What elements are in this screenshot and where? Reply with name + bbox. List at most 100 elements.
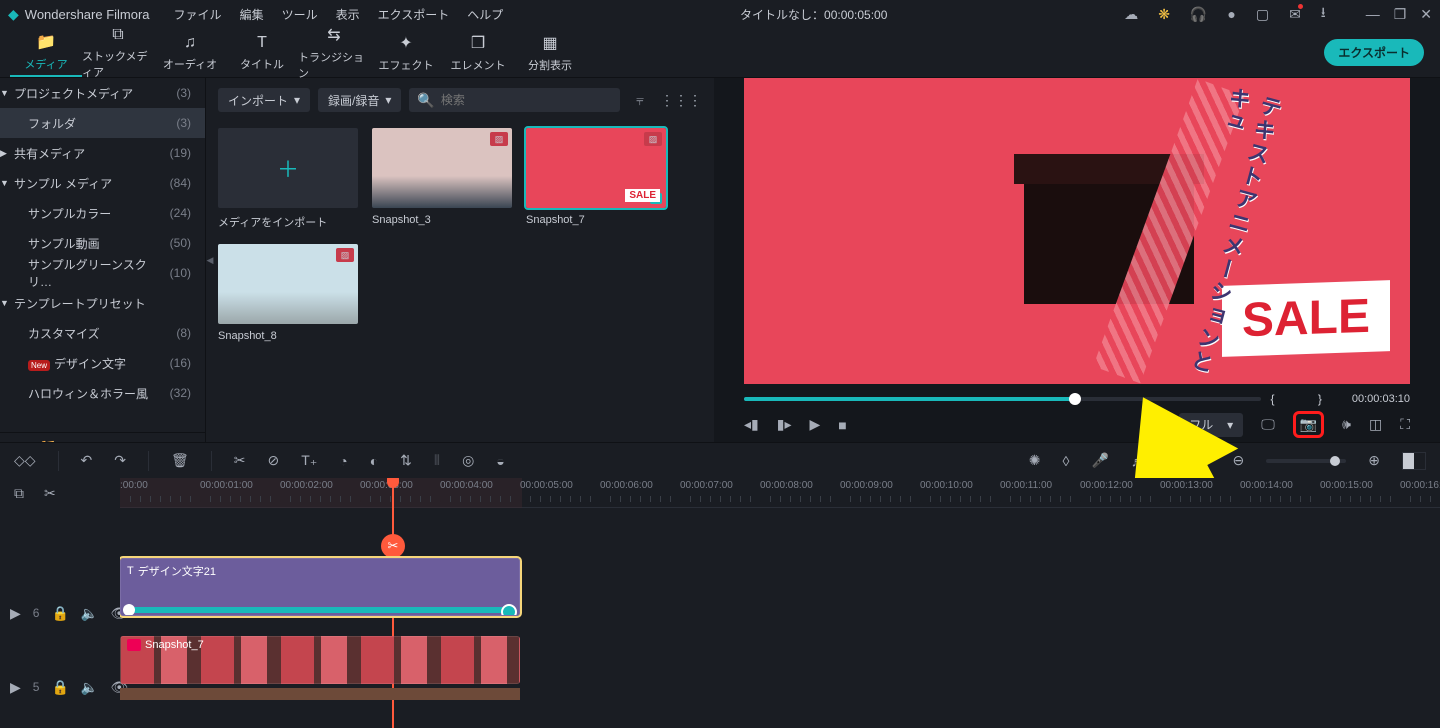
- download-icon[interactable]: ⭳: [1321, 2, 1326, 26]
- account-avatar-icon[interactable]: ●: [1227, 6, 1235, 22]
- inout-braces[interactable]: { }: [1271, 392, 1342, 406]
- razor-tool-icon[interactable]: ✂: [44, 485, 56, 502]
- filter-icon[interactable]: ⫧: [636, 92, 644, 109]
- sidebar-item[interactable]: カスタマイズ(8): [0, 318, 205, 348]
- window-maximize-icon[interactable]: ❐: [1394, 6, 1407, 23]
- timeline-ruler[interactable]: :00:0000:00:01:0000:00:02:0000:00:03:000…: [120, 478, 1440, 508]
- undo-icon[interactable]: ↶: [81, 452, 93, 469]
- mask-icon[interactable]: ◒: [496, 453, 504, 469]
- sidebar-item[interactable]: サンプル動画(50): [0, 228, 205, 258]
- cloud-icon[interactable]: ☁: [1124, 6, 1138, 23]
- delete-icon[interactable]: 🗑: [171, 452, 189, 469]
- speed-icon[interactable]: ◔: [339, 453, 347, 469]
- text-add-icon[interactable]: T₊: [301, 452, 317, 469]
- snapshot-button[interactable]: 📷: [1293, 411, 1324, 438]
- timeline-settings-icon[interactable]: ⧉: [14, 485, 24, 502]
- scrub-track[interactable]: [744, 397, 1261, 401]
- track-video-icon[interactable]: ▶: [10, 605, 21, 622]
- preview-video[interactable]: SALE テキストアニメーションとキュ: [744, 78, 1410, 384]
- media-tile[interactable]: ▨✔Snapshot_7: [526, 128, 666, 230]
- tab-stock-media[interactable]: ⧉ストックメディア: [82, 28, 154, 77]
- search-input[interactable]: [441, 93, 612, 107]
- zoom-slider[interactable]: [1266, 459, 1346, 463]
- ratio-icon[interactable]: ▭: [1197, 452, 1210, 469]
- fullscreen-icon[interactable]: ⛶: [1400, 416, 1410, 433]
- sidebar-item[interactable]: サンプルグリーンスクリ…(10): [0, 258, 205, 288]
- media-thumb[interactable]: ▨: [372, 128, 512, 208]
- mail-icon[interactable]: ✉: [1289, 6, 1301, 23]
- menu-file[interactable]: ファイル: [174, 6, 222, 23]
- sidebar-item[interactable]: ▶共有メディア(19): [0, 138, 205, 168]
- display-icon[interactable]: 🖵: [1261, 416, 1275, 433]
- media-tile[interactable]: ▨Snapshot_3: [372, 128, 512, 230]
- panel-collapse-handle[interactable]: ◀: [205, 240, 215, 280]
- frame-next-icon[interactable]: ▮▸: [777, 416, 792, 433]
- menu-view[interactable]: 表示: [336, 6, 360, 23]
- scrub-knob[interactable]: [1069, 393, 1081, 405]
- sidebar-item[interactable]: Newデザイン文字(16): [0, 348, 205, 378]
- tab-elements[interactable]: ❒エレメント: [442, 28, 514, 77]
- sidebar-item[interactable]: フォルダ(3): [0, 108, 205, 138]
- timeline-view-toggle[interactable]: [1402, 452, 1426, 470]
- play-icon[interactable]: ▶: [809, 416, 820, 433]
- export-button[interactable]: エクスポート: [1324, 39, 1424, 66]
- title-clip[interactable]: Tデザイン文字21: [120, 558, 520, 616]
- track-video-icon[interactable]: ▶: [10, 679, 21, 696]
- greenscreen-icon[interactable]: ◎: [462, 452, 474, 469]
- adjust-icon[interactable]: ⇅: [400, 452, 412, 469]
- import-dropdown[interactable]: インポート▾: [218, 88, 310, 112]
- quality-dropdown[interactable]: フル▾: [1179, 413, 1243, 437]
- audio-mixer-icon[interactable]: ♬: [1131, 453, 1145, 469]
- media-thumb[interactable]: ▨✔: [526, 128, 666, 208]
- track-lock-icon[interactable]: 🔒: [51, 605, 68, 622]
- crop-disable-icon[interactable]: ⊘: [268, 452, 280, 469]
- stop-icon[interactable]: ■: [838, 417, 846, 433]
- zoom-out-icon[interactable]: ⊖: [1233, 452, 1245, 469]
- tab-media[interactable]: 📁メディア: [10, 28, 82, 77]
- tab-splitview[interactable]: ▦分割表示: [514, 28, 586, 77]
- tips-icon[interactable]: ❋: [1158, 6, 1170, 23]
- menu-export[interactable]: エクスポート: [378, 6, 450, 23]
- track-mute-icon[interactable]: 🔈: [81, 605, 98, 622]
- keyframe-icon[interactable]: ◇◇: [14, 452, 36, 469]
- tab-transitions[interactable]: ⇆トランジション: [298, 28, 370, 77]
- track-mute-icon[interactable]: 🔈: [81, 679, 98, 696]
- window-minimize-icon[interactable]: ―: [1366, 6, 1380, 23]
- redo-icon[interactable]: ↷: [114, 452, 126, 469]
- tab-audio[interactable]: ♫オーディオ: [154, 28, 226, 77]
- tab-effects[interactable]: ✦エフェクト: [370, 28, 442, 77]
- tab-titles[interactable]: Tタイトル: [226, 28, 298, 77]
- frame-prev-icon[interactable]: ◂▮: [744, 416, 759, 433]
- video-clip[interactable]: Snapshot_7: [120, 636, 520, 684]
- timeline-content[interactable]: :00:0000:00:01:0000:00:02:0000:00:03:000…: [120, 478, 1440, 728]
- new-bin-icon[interactable]: ▣: [10, 438, 23, 442]
- marker-icon[interactable]: ◊: [1063, 453, 1070, 469]
- window-close-icon[interactable]: ✕: [1420, 6, 1432, 23]
- sidebar-item[interactable]: ▼テンプレートプリセット: [0, 288, 205, 318]
- record-dropdown[interactable]: 録画/録音▾: [318, 88, 401, 112]
- color-icon[interactable]: ◐: [370, 453, 378, 469]
- media-tile[interactable]: ＋メディアをインポート: [218, 128, 358, 230]
- save-icon[interactable]: ▢: [1256, 6, 1269, 23]
- zoom-knob[interactable]: [1330, 456, 1340, 466]
- render-icon[interactable]: ✺: [1029, 452, 1041, 469]
- playhead-cut-icon[interactable]: ✂: [381, 534, 405, 558]
- media-thumb[interactable]: ＋: [218, 128, 358, 208]
- media-tile[interactable]: ▨Snapshot_8: [218, 244, 358, 342]
- cut-icon[interactable]: ✂: [234, 452, 246, 469]
- sidebar-item[interactable]: ▼プロジェクトメディア(3): [0, 78, 205, 108]
- zoom-in-icon[interactable]: ⊕: [1368, 452, 1380, 469]
- voice-icon[interactable]: ⦀: [434, 452, 440, 469]
- track-lock-icon[interactable]: 🔒: [51, 679, 68, 696]
- sidebar-item[interactable]: ▼サンプル メディア(84): [0, 168, 205, 198]
- sidebar-item[interactable]: ハロウィン＆ホラー風(32): [0, 378, 205, 408]
- menu-help[interactable]: ヘルプ: [467, 6, 503, 23]
- sidebar-item[interactable]: サンプルカラー(24): [0, 198, 205, 228]
- new-folder-icon[interactable]: 📁: [39, 438, 56, 442]
- magnet-snap-icon[interactable]: ⌽: [1167, 452, 1175, 469]
- menu-tool[interactable]: ツール: [282, 6, 318, 23]
- compare-icon[interactable]: ◫: [1369, 416, 1382, 433]
- grid-view-icon[interactable]: ⋮⋮⋮: [660, 92, 702, 109]
- headphones-icon[interactable]: 🎧: [1190, 6, 1207, 23]
- volume-icon[interactable]: 🕪: [1342, 416, 1351, 433]
